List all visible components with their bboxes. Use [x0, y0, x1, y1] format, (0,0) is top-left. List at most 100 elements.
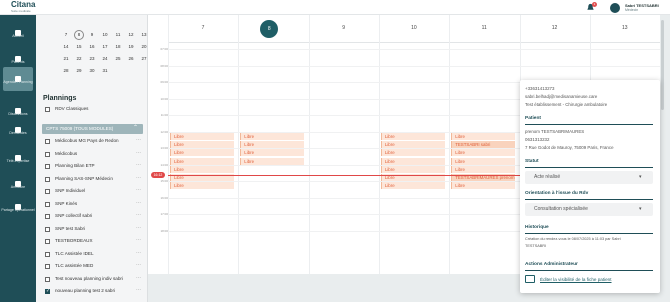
more-options-icon[interactable]: ⋯: [136, 250, 141, 256]
scrollbar[interactable]: [661, 20, 664, 110]
mini-calendar-day[interactable]: 18: [113, 42, 123, 52]
statut-select[interactable]: Acte réalisé ▾: [525, 171, 653, 184]
more-options-icon[interactable]: ⋯: [136, 287, 141, 293]
nav-item-network[interactable]: Partage opérationnel: [0, 195, 36, 219]
calendar-slot[interactable]: Libre: [451, 133, 516, 140]
calendar-slot[interactable]: Libre: [380, 141, 445, 149]
mini-calendar-day[interactable]: 16: [87, 42, 97, 52]
mini-calendar-day[interactable]: 12: [126, 30, 136, 40]
mini-calendar-day[interactable]: 21: [61, 54, 71, 64]
day-column-header[interactable]: 11: [449, 15, 519, 43]
calendar-slot[interactable]: Libre: [240, 133, 305, 140]
more-options-icon[interactable]: ⋯: [136, 212, 141, 218]
checkbox[interactable]: [45, 288, 50, 294]
nav-item-video[interactable]: Télé-expertise: [0, 146, 36, 170]
app-logo[interactable]: Citana: [11, 1, 35, 9]
mini-calendar-day[interactable]: 11: [113, 30, 123, 40]
mini-calendar-day[interactable]: 8: [74, 30, 84, 40]
more-options-icon[interactable]: ⋯: [136, 275, 141, 281]
more-options-icon[interactable]: ⋯: [136, 237, 141, 243]
planning-item[interactable]: SNP Kinés ⋯: [45, 200, 145, 210]
planning-item[interactable]: TLC Assistée IDEL ⋯: [45, 250, 145, 260]
planning-item[interactable]: SNP Individuel ⋯: [45, 187, 145, 197]
mini-calendar-day[interactable]: 30: [87, 66, 97, 76]
calendar-slot[interactable]: Libre: [170, 182, 234, 190]
more-options-icon[interactable]: ⋯: [136, 137, 141, 143]
planning-item[interactable]: TLC assistée MED ⋯: [45, 262, 145, 272]
mini-calendar-day[interactable]: 17: [100, 42, 110, 52]
calendar-slot[interactable]: Libre: [170, 157, 234, 165]
calendar-slot[interactable]: Libre: [451, 157, 516, 165]
nav-item-contacts[interactable]: Annuaire: [0, 172, 36, 196]
checkbox[interactable]: [45, 251, 50, 257]
calendar-slot[interactable]: Libre: [170, 133, 234, 140]
more-options-icon[interactable]: ⋯: [136, 225, 141, 231]
checkbox[interactable]: [45, 264, 50, 269]
more-options-icon[interactable]: ⋯: [136, 175, 141, 181]
nav-item-document[interactable]: Demandes: [0, 118, 36, 142]
planning-item[interactable]: Planning SAS-SNP Médecin ⋯: [45, 175, 145, 185]
mini-calendar-day[interactable]: 26: [126, 54, 136, 64]
patient-name[interactable]: prenom TESTSABRIMAURES: [525, 129, 584, 134]
avatar[interactable]: [610, 3, 620, 13]
mini-calendar-day[interactable]: 24: [100, 54, 110, 64]
mini-calendar-day[interactable]: 31: [100, 66, 110, 76]
mini-calendar-day[interactable]: 7: [61, 30, 71, 40]
nav-item-home[interactable]: Accueil: [0, 21, 36, 45]
mini-calendar-day[interactable]: 28: [61, 66, 71, 76]
calendar-slot[interactable]: Libre: [170, 165, 234, 173]
mini-calendar-day[interactable]: 9: [87, 30, 97, 40]
calendar-slot[interactable]: Libre: [380, 165, 445, 173]
mini-calendar-day[interactable]: 15: [74, 42, 84, 52]
checkbox[interactable]: [45, 239, 50, 244]
planning-item[interactable]: Planning Bilan ETP ⋯: [45, 162, 145, 172]
calendar-slot[interactable]: Libre: [170, 149, 234, 157]
calendar-slot[interactable]: Libre: [451, 165, 516, 173]
calendar-slot[interactable]: TESTSABRI sabri: [451, 141, 516, 149]
nav-item-calendar[interactable]: Agenda / Planning: [3, 67, 33, 91]
calendar-slot[interactable]: Libre: [170, 141, 234, 149]
checkbox[interactable]: [45, 164, 50, 169]
calendar-slot[interactable]: Libre: [380, 133, 445, 140]
mini-calendar-day[interactable]: 25: [113, 54, 123, 64]
mini-calendar-day[interactable]: 29: [74, 66, 84, 76]
checkbox[interactable]: [45, 214, 50, 219]
day-column-header[interactable]: 7: [168, 15, 238, 43]
planning-item[interactable]: nouveau planning test 2 sabri ⋯: [45, 287, 145, 297]
link-icon[interactable]: [525, 275, 535, 283]
checkbox[interactable]: [45, 276, 50, 282]
checkbox[interactable]: [45, 226, 50, 232]
checkbox[interactable]: [45, 176, 50, 182]
planning-item[interactable]: TESTBORDEAUX ⋯: [45, 237, 145, 247]
chevron-up-icon[interactable]: ⌃: [133, 124, 138, 131]
calendar-slot[interactable]: Libre: [240, 157, 305, 165]
more-options-icon[interactable]: ⋯: [136, 262, 141, 268]
planning-item[interactable]: SNP collectif sabri ⋯: [45, 212, 145, 222]
mini-calendar-day[interactable]: 19: [126, 42, 136, 52]
more-options-icon[interactable]: ⋯: [136, 150, 141, 156]
calendar-slot[interactable]: Libre: [451, 149, 516, 157]
planning-item[interactable]: Test nouveau planning indiv sabri ⋯: [45, 275, 145, 285]
checkbox[interactable]: [45, 151, 50, 157]
calendar-slot[interactable]: Libre: [380, 149, 445, 157]
planning-item[interactable]: Médicobus MG Pays de Redon ⋯: [45, 137, 145, 147]
day-column-header[interactable]: 12: [520, 15, 590, 43]
calendar-slot[interactable]: Libre: [380, 157, 445, 165]
day-column-header[interactable]: 13: [590, 15, 660, 43]
mini-calendar-day[interactable]: 14: [61, 42, 71, 52]
more-options-icon[interactable]: ⋯: [136, 200, 141, 206]
calendar-slot[interactable]: Libre: [380, 182, 445, 190]
day-column-header[interactable]: 9: [309, 15, 379, 43]
orientation-select[interactable]: Consultation spécialisée ▾: [525, 203, 653, 216]
planning-item-rdv-classiques[interactable]: RDV Classiques: [45, 105, 145, 115]
checkbox[interactable]: [45, 139, 50, 144]
checkbox[interactable]: [45, 189, 50, 194]
checkbox[interactable]: [45, 201, 50, 207]
planning-item[interactable]: Médicobus ⋯: [45, 150, 145, 160]
calendar-slot[interactable]: Libre: [240, 141, 305, 149]
calendar-slot[interactable]: Libre: [240, 149, 305, 157]
mini-calendar-day[interactable]: 10: [100, 30, 110, 40]
day-column-header[interactable]: 8: [238, 15, 308, 43]
edit-visibility-link[interactable]: Éditer la visibilité de la fiche patient: [540, 277, 612, 282]
planning-item[interactable]: SNP test Sabri ⋯: [45, 225, 145, 235]
